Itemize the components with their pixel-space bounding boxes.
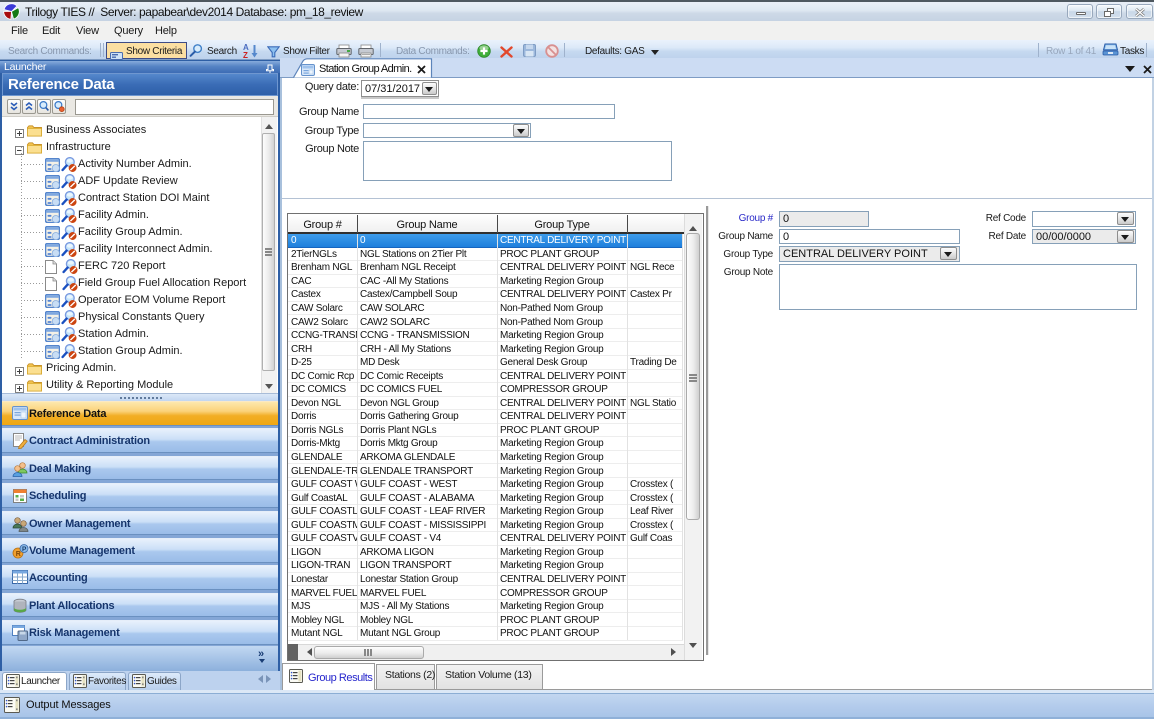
svg-text:Z: Z bbox=[243, 51, 248, 58]
svg-text:R: R bbox=[16, 551, 21, 558]
svg-text:P: P bbox=[22, 546, 27, 553]
